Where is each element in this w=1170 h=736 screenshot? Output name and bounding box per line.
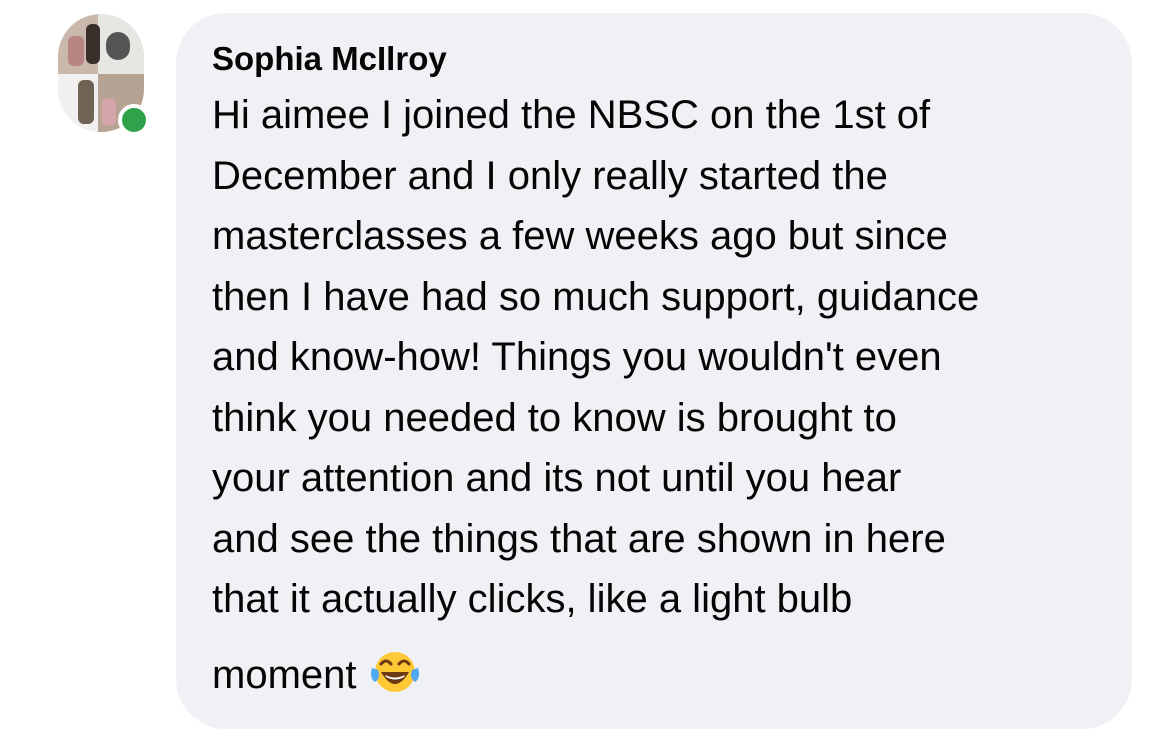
comment-line: and know-how! Things you wouldn't even [212, 335, 942, 379]
comment-line: December and I only really started the [212, 153, 888, 198]
comment-line: masterclasses a few weeks ago but since [212, 214, 948, 258]
face-with-tears-of-joy-icon [369, 646, 421, 712]
comment-line: moment [212, 652, 357, 697]
comment-text: Hi aimee I joined the NBSC on the 1st of… [212, 85, 1102, 711]
comment-line: your attention and its not until you hea… [212, 456, 902, 500]
online-status-indicator [118, 104, 150, 136]
comment-line: Hi aimee I joined the NBSC on the 1st of [212, 93, 931, 137]
comment-line-last: moment [212, 645, 1102, 712]
comment-line: then I have had so much support, guidanc… [212, 274, 980, 319]
comment-author-name[interactable]: Sophia McIlroy [212, 39, 1102, 79]
comment-row: Sophia McIlroy Hi aimee I joined the NBS… [0, 0, 1170, 736]
comment-line: think you needed to know is brought to [212, 395, 897, 440]
comment-bubble: Sophia McIlroy Hi aimee I joined the NBS… [176, 13, 1132, 729]
comment-line: and see the things that are shown in her… [212, 516, 946, 561]
comment-line: that it actually clicks, like a light bu… [212, 577, 853, 621]
